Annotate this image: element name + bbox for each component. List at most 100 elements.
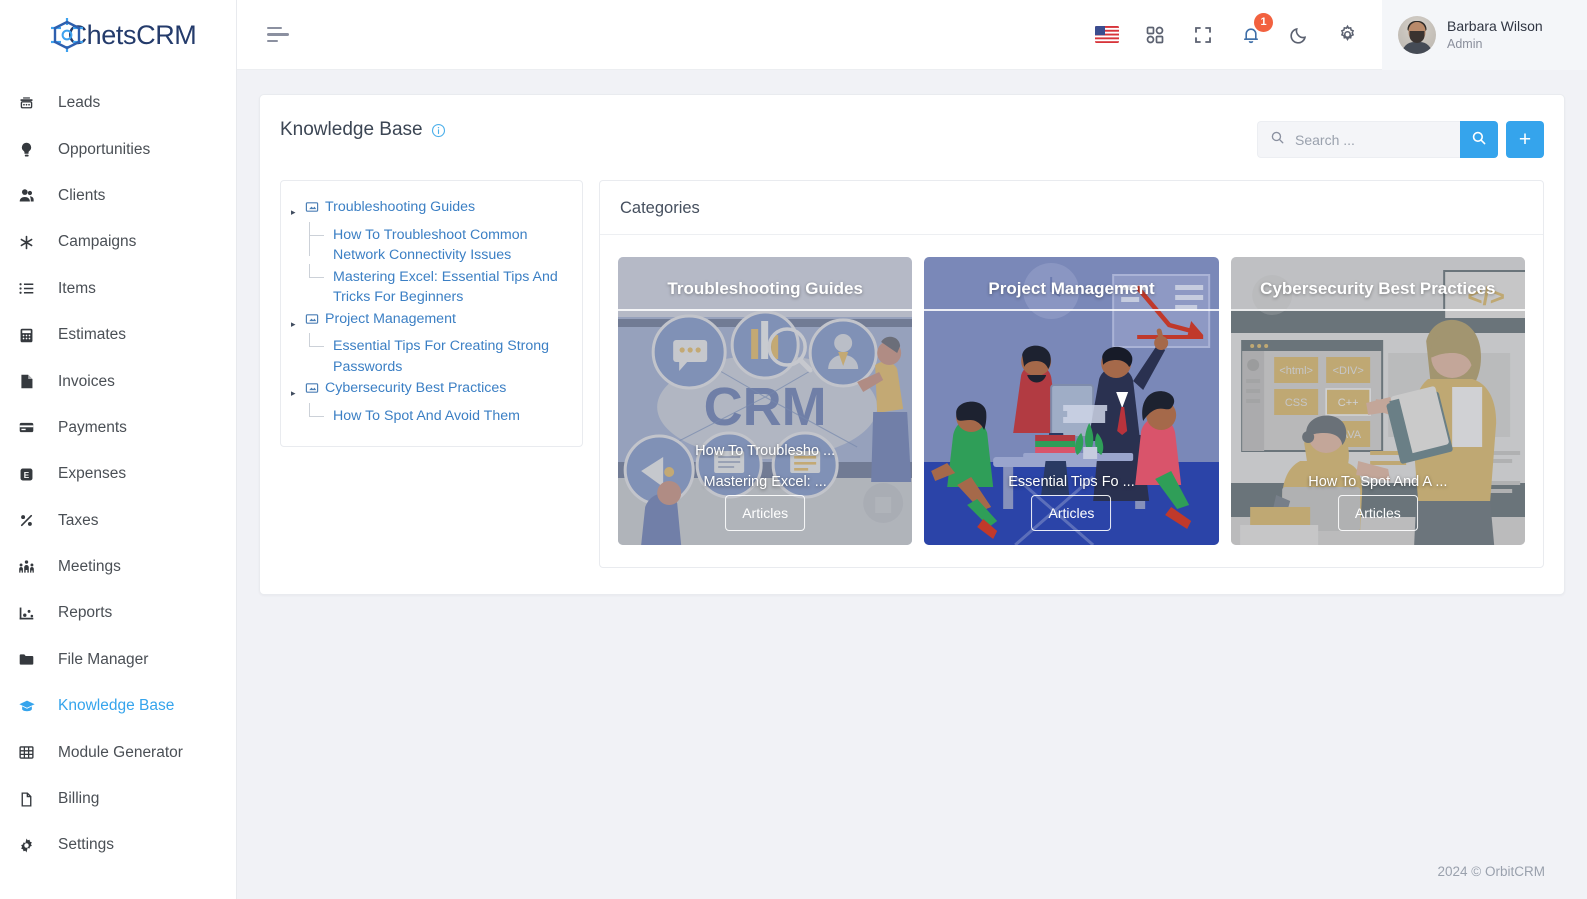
sidebar-item-label: Estimates bbox=[58, 326, 127, 344]
fullscreen-icon[interactable] bbox=[1190, 22, 1216, 48]
sidebar: ChetsCRM Leads Opportunities Clients Cam… bbox=[0, 0, 237, 899]
chevron-right-icon[interactable]: ▸ bbox=[291, 197, 305, 223]
notifications-bell-icon[interactable]: 1 bbox=[1238, 12, 1273, 48]
page-header: Knowledge Base Search ... + bbox=[280, 117, 1544, 166]
sidebar-item-settings[interactable]: Settings bbox=[0, 822, 236, 868]
content-area: Knowledge Base Search ... + ▸ Troublesho… bbox=[237, 70, 1587, 843]
sidebar-item-label: Payments bbox=[58, 418, 127, 436]
tree-child-label[interactable]: How To Spot And Avoid Them bbox=[333, 406, 520, 427]
asterisk-icon bbox=[18, 232, 44, 252]
category-articles-button[interactable]: Articles bbox=[1337, 495, 1418, 531]
list-icon bbox=[18, 279, 44, 299]
tree-node[interactable]: ▸ Cybersecurity Best Practices bbox=[291, 378, 568, 404]
knowledge-base-card: Knowledge Base Search ... + ▸ Troublesho… bbox=[259, 94, 1565, 595]
sidebar-item-module-generator[interactable]: Module Generator bbox=[0, 729, 236, 775]
brand-crosshair-icon bbox=[46, 16, 88, 54]
sidebar-item-payments[interactable]: Payments bbox=[0, 405, 236, 451]
sidebar-item-expenses[interactable]: E Expenses bbox=[0, 451, 236, 497]
category-card-project-management[interactable]: Project Management Essential Tips Fo ...… bbox=[924, 257, 1219, 545]
page-title-text: Knowledge Base bbox=[280, 119, 423, 140]
user-profile-menu[interactable]: Barbara Wilson Admin bbox=[1382, 0, 1587, 70]
sidebar-item-knowledge-base[interactable]: Knowledge Base bbox=[0, 683, 236, 729]
tree-node-label[interactable]: Troubleshooting Guides bbox=[325, 197, 475, 218]
dark-mode-moon-icon[interactable] bbox=[1286, 22, 1312, 48]
sidebar-item-invoices[interactable]: Invoices bbox=[0, 358, 236, 404]
knowledge-base-body: ▸ Troubleshooting Guides How To Troubles… bbox=[280, 180, 1544, 568]
sidebar-item-label: Module Generator bbox=[58, 743, 183, 761]
category-article-link[interactable]: How To Spot And A ... bbox=[1231, 474, 1525, 490]
tree-child[interactable]: How To Spot And Avoid Them bbox=[291, 402, 568, 427]
tree-child[interactable]: Essential Tips For Creating Strong Passw… bbox=[291, 333, 568, 377]
brand-logo[interactable]: ChetsCRM bbox=[0, 0, 236, 70]
sidebar-item-estimates[interactable]: Estimates bbox=[0, 312, 236, 358]
percent-icon bbox=[18, 511, 44, 531]
sidebar-item-meetings[interactable]: Meetings bbox=[0, 544, 236, 590]
tree-node-label[interactable]: Cybersecurity Best Practices bbox=[325, 378, 506, 399]
tree-child-label[interactable]: Mastering Excel: Essential Tips And Tric… bbox=[333, 267, 568, 308]
gear-icon bbox=[18, 835, 44, 855]
users-icon bbox=[18, 186, 44, 206]
tree-child-label[interactable]: Essential Tips For Creating Strong Passw… bbox=[333, 336, 568, 377]
add-article-button[interactable]: + bbox=[1506, 121, 1544, 158]
category-card-title: Project Management bbox=[988, 279, 1155, 298]
sidebar-item-label: Reports bbox=[58, 604, 113, 622]
info-circle-icon[interactable] bbox=[431, 123, 446, 138]
search-icon bbox=[1471, 130, 1487, 149]
avatar bbox=[1398, 15, 1436, 54]
chevron-right-icon[interactable]: ▸ bbox=[291, 378, 305, 404]
tree-node-label[interactable]: Project Management bbox=[325, 309, 456, 330]
document-icon bbox=[18, 789, 44, 809]
sidebar-item-items[interactable]: Items bbox=[0, 266, 236, 312]
category-article-link[interactable]: Mastering Excel: ... bbox=[618, 474, 912, 490]
search-icon bbox=[1270, 130, 1285, 150]
tree-child[interactable]: Mastering Excel: Essential Tips And Tric… bbox=[291, 263, 568, 308]
card-divider bbox=[618, 309, 913, 311]
search-input[interactable] bbox=[1295, 131, 1448, 148]
sidebar-item-label: Items bbox=[58, 279, 96, 297]
sidebar-item-label: Campaigns bbox=[58, 233, 137, 251]
tree-connector bbox=[305, 221, 333, 256]
sidebar-item-opportunities[interactable]: Opportunities bbox=[0, 126, 236, 172]
notification-badge: 1 bbox=[1254, 12, 1273, 32]
sidebar-item-label: Invoices bbox=[58, 372, 115, 390]
search-box[interactable] bbox=[1257, 121, 1460, 158]
sidebar-item-label: Expenses bbox=[58, 465, 127, 483]
main-area: 1 Barbara Wilson Admin Knowledge Base Se… bbox=[237, 0, 1587, 899]
tree-node[interactable]: ▸ Troubleshooting Guides bbox=[291, 197, 568, 223]
category-article-link[interactable]: How To Troublesho ... bbox=[618, 443, 912, 459]
sidebar-item-clients[interactable]: Clients bbox=[0, 173, 236, 219]
category-card-cybersecurity-best-practices[interactable]: </> <html> bbox=[1230, 257, 1525, 545]
file-icon bbox=[18, 372, 44, 392]
tree-child-label[interactable]: How To Troubleshoot Common Network Conne… bbox=[333, 225, 568, 266]
apps-grid-icon[interactable] bbox=[1142, 22, 1168, 48]
sidebar-item-campaigns[interactable]: Campaigns bbox=[0, 219, 236, 265]
footer: 2024 © OrbitCRM bbox=[237, 843, 1587, 899]
language-flag-us-icon[interactable] bbox=[1094, 22, 1120, 48]
tree-node[interactable]: ▸ Project Management bbox=[291, 309, 568, 335]
sidebar-item-label: Clients bbox=[58, 186, 106, 204]
categories-grid: CRM bbox=[600, 235, 1543, 567]
credit-card-icon bbox=[18, 418, 44, 438]
settings-gear-icon[interactable] bbox=[1334, 22, 1360, 48]
search-submit-button[interactable] bbox=[1460, 121, 1498, 158]
app-root: ChetsCRM Leads Opportunities Clients Cam… bbox=[0, 0, 1587, 899]
folder-icon bbox=[18, 650, 44, 670]
category-card-troubleshooting-guides[interactable]: CRM bbox=[618, 257, 913, 545]
sidebar-item-label: Meetings bbox=[58, 558, 121, 576]
sidebar-item-label: Taxes bbox=[58, 511, 99, 529]
sidebar-item-file-manager[interactable]: File Manager bbox=[0, 637, 236, 683]
sidebar-item-reports[interactable]: Reports bbox=[0, 590, 236, 636]
category-article-link[interactable]: Essential Tips Fo ... bbox=[924, 474, 1218, 490]
sidebar-item-billing[interactable]: Billing bbox=[0, 776, 236, 822]
sidebar-item-label: Settings bbox=[58, 836, 115, 854]
chevron-right-icon[interactable]: ▸ bbox=[291, 309, 305, 335]
sidebar-item-leads[interactable]: Leads bbox=[0, 80, 236, 126]
menu-toggle-icon[interactable] bbox=[267, 26, 293, 43]
tree-child[interactable]: How To Troubleshoot Common Network Conne… bbox=[291, 221, 568, 266]
calculator-icon bbox=[18, 325, 44, 345]
topbar: 1 Barbara Wilson Admin bbox=[237, 0, 1587, 70]
tree-connector bbox=[305, 263, 333, 288]
category-articles-button[interactable]: Articles bbox=[1031, 495, 1112, 531]
sidebar-item-taxes[interactable]: Taxes bbox=[0, 498, 236, 544]
category-articles-button[interactable]: Articles bbox=[725, 495, 806, 531]
